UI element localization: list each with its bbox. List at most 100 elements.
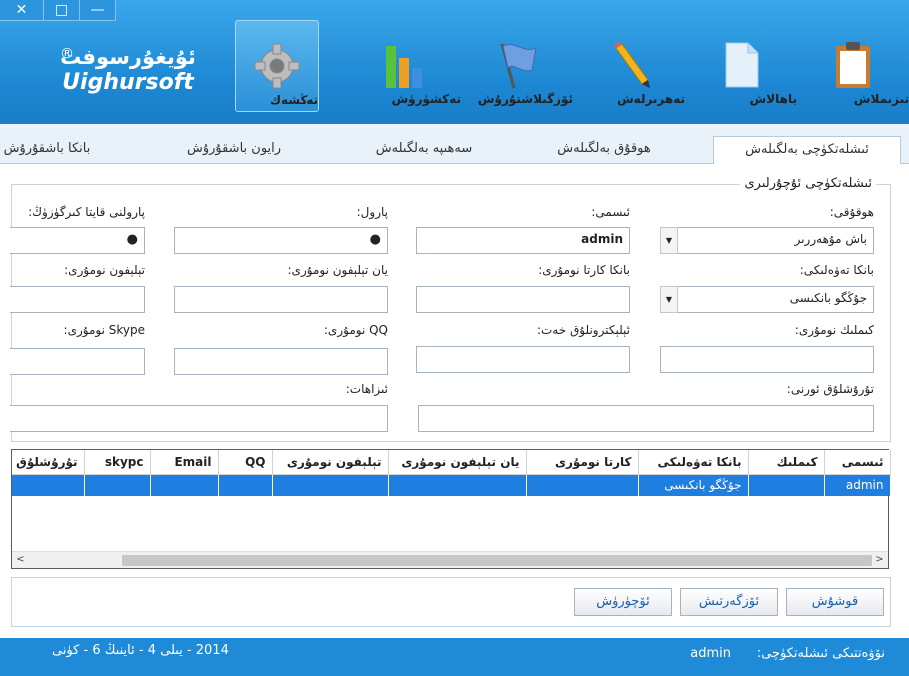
permission-dropdown-button[interactable]: ▼ bbox=[660, 227, 678, 254]
bank-label: بانكا تەۋەلىكى: bbox=[799, 263, 874, 277]
permission-select[interactable]: باش مۇھەررىر bbox=[676, 227, 874, 254]
toolbar-register[interactable]: تىزىملاش bbox=[797, 20, 909, 112]
toolbar-modify-label: ئۆزگىلاشتۇرۇش bbox=[477, 92, 573, 106]
cell-email bbox=[150, 474, 219, 496]
toolbar-settings-label: تەڭشەك bbox=[270, 93, 318, 107]
header: ✕ □ — ® ئۇيغۇرسوفت Uighursoft تىزىملاش ب… bbox=[0, 0, 909, 124]
bank-select[interactable]: جۇڭگو بانكىسى bbox=[676, 286, 874, 313]
action-buttons: قوشۇش ئۆزگەرتىش ئۆچۈرۈش bbox=[11, 577, 891, 627]
logo-text-english: Uighursoft bbox=[62, 70, 194, 95]
tab-content: ئىشلەتكۈچى ئۇچۇرلىرى ھوقۇقى: باش مۇھەررى… bbox=[0, 164, 909, 638]
window-controls: ✕ □ — bbox=[0, 0, 116, 22]
logo-registered-mark: ® bbox=[60, 46, 74, 62]
toolbar-evaluate-label: باھالاش bbox=[749, 92, 797, 106]
name-label: ئىسمى: bbox=[591, 205, 630, 219]
toolbar-edit-label: تەھرىرلەش bbox=[617, 92, 685, 106]
toolbar-modify[interactable]: ئۆزگىلاشتۇرۇش bbox=[461, 20, 573, 112]
bar-chart-icon bbox=[386, 46, 422, 88]
logo-text-uyghur: ئۇيغۇرسوفت bbox=[60, 45, 196, 69]
col-header-address[interactable]: تۇرۇشلۇق ئورنى bbox=[12, 450, 85, 475]
toolbar-inspect[interactable]: تەكشۈرۈش bbox=[349, 20, 461, 112]
mobile-input[interactable] bbox=[174, 286, 388, 313]
scroll-right-icon[interactable]: > bbox=[871, 552, 888, 568]
add-button[interactable]: قوشۇش bbox=[786, 588, 884, 616]
users-table: ئىسمى كىملىك بانكا تەۋەلىكى كارتا نومۇرى… bbox=[12, 450, 891, 496]
users-grid[interactable]: ئىسمى كىملىك بانكا تەۋەلىكى كارتا نومۇرى… bbox=[11, 449, 891, 569]
col-header-bank[interactable]: بانكا تەۋەلىكى bbox=[638, 450, 749, 475]
toolbar-edit[interactable]: تەھرىرلەش bbox=[573, 20, 685, 112]
col-header-qq[interactable]: QQ bbox=[218, 450, 273, 475]
horizontal-scrollbar[interactable]: < > bbox=[12, 551, 888, 568]
toolbar-evaluate[interactable]: باھالاش bbox=[685, 20, 797, 112]
tab-category-settings[interactable]: سەھىپە بەلگىلەش bbox=[364, 136, 484, 164]
scroll-left-icon[interactable]: < bbox=[12, 552, 29, 568]
name-input[interactable]: admin bbox=[416, 227, 630, 254]
toolbar-settings[interactable]: تەڭشەك bbox=[235, 20, 319, 112]
email-label: ئېلېكترونلۇق خەت: bbox=[536, 323, 630, 337]
clipboard-icon bbox=[836, 42, 870, 88]
col-header-card[interactable]: كارتا نومۇرى bbox=[526, 450, 639, 475]
id-number-label: كىملىك نومۇرى: bbox=[794, 323, 874, 337]
col-header-skype[interactable]: skypc bbox=[84, 450, 151, 475]
col-header-phone[interactable]: تېلېفون نومۇرى bbox=[272, 450, 389, 475]
qq-label: QQ نومۇرى: bbox=[323, 323, 388, 337]
cell-address bbox=[12, 474, 85, 496]
card-number-input[interactable] bbox=[416, 286, 630, 313]
minimize-button[interactable]: — bbox=[80, 0, 116, 21]
tab-region-management[interactable]: رايون باشقۇرۇش bbox=[179, 136, 289, 164]
card-number-label: بانكا كارتا نومۇرى: bbox=[538, 263, 630, 277]
bank-dropdown-button[interactable]: ▼ bbox=[660, 286, 678, 313]
edit-button[interactable]: ئۆزگەرتىش bbox=[680, 588, 778, 616]
current-date: 2014 - يىلى 4 - ئاينىڭ 6 - كۈنى bbox=[52, 643, 229, 658]
qq-input[interactable] bbox=[174, 348, 388, 375]
delete-button[interactable]: ئۆچۈرۈش bbox=[574, 588, 672, 616]
current-user-value: admin bbox=[690, 646, 731, 661]
password-confirm-input[interactable]: ● bbox=[10, 227, 145, 254]
phone-label: تېلېفون نومۇرى: bbox=[64, 263, 145, 277]
toolbar-inspect-label: تەكشۈرۈش bbox=[391, 92, 461, 106]
close-button[interactable]: ✕ bbox=[0, 0, 44, 21]
cell-bank: جۇڭگو بانكىسى bbox=[638, 474, 749, 496]
skype-label: Skype نومۇرى: bbox=[63, 323, 145, 337]
scrollbar-thumb[interactable] bbox=[122, 555, 872, 566]
email-input[interactable] bbox=[416, 346, 630, 373]
note-input[interactable] bbox=[10, 405, 388, 432]
password-confirm-label: پارولنى قايتا كىرگۈزۈڭ: bbox=[28, 205, 145, 219]
id-number-input[interactable] bbox=[660, 346, 874, 373]
cell-id bbox=[748, 474, 825, 496]
table-row[interactable]: admin جۇڭگو بانكىسى bbox=[12, 474, 891, 496]
col-header-email[interactable]: Email bbox=[150, 450, 219, 475]
cell-skype bbox=[84, 474, 151, 496]
grid-header-row: ئىسمى كىملىك بانكا تەۋەلىكى كارتا نومۇرى… bbox=[12, 450, 891, 475]
user-info-title: ئىشلەتكۈچى ئۇچۇرلىرى bbox=[740, 176, 876, 191]
col-header-id[interactable]: كىملىك bbox=[748, 450, 825, 475]
cell-phone bbox=[272, 474, 389, 496]
maximize-button[interactable]: □ bbox=[44, 0, 80, 21]
address-label: تۇرۇشلۇق ئورنى: bbox=[786, 382, 874, 396]
main-toolbar: تىزىملاش باھالاش تەھرىرلەش ئۆزگىلاشتۇرۇش bbox=[209, 20, 909, 116]
tab-user-settings[interactable]: ئىشلەتكۈچى بەلگىلەش bbox=[713, 136, 901, 165]
cell-card bbox=[526, 474, 639, 496]
app-logo: ® ئۇيغۇرسوفت Uighursoft bbox=[58, 44, 198, 96]
password-label: پارول: bbox=[356, 205, 388, 219]
tab-bank-management[interactable]: بانكا باشقۇرۇش bbox=[0, 136, 97, 164]
cell-mobile bbox=[388, 474, 527, 496]
toolbar-register-label: تىزىملاش bbox=[853, 92, 909, 106]
permission-label: ھوقۇقى: bbox=[829, 205, 874, 219]
flag-icon bbox=[500, 43, 537, 89]
skype-input[interactable] bbox=[10, 348, 145, 375]
col-header-mobile[interactable]: يان تېلېفون نومۇرى bbox=[388, 450, 527, 475]
cell-name: admin bbox=[824, 474, 891, 496]
note-label: ئىزاھات: bbox=[345, 382, 388, 396]
status-bar: نۆۋەتتىكى ئىشلەتكۈچى: admin 2014 - يىلى … bbox=[0, 638, 909, 676]
pencil-icon bbox=[614, 42, 650, 88]
col-header-name[interactable]: ئىسمى bbox=[824, 450, 891, 475]
tab-permission-settings[interactable]: ھوقۇق بەلگىلەش bbox=[534, 136, 674, 164]
address-input[interactable] bbox=[418, 405, 874, 432]
document-icon bbox=[725, 42, 759, 88]
gear-icon bbox=[254, 43, 300, 89]
current-user-label: نۆۋەتتىكى ئىشلەتكۈچى: bbox=[756, 646, 885, 661]
tab-bar: ئىشلەتكۈچى بەلگىلەش ھوقۇق بەلگىلەش سەھىپ… bbox=[0, 124, 909, 165]
phone-input[interactable] bbox=[10, 286, 145, 313]
password-input[interactable]: ● bbox=[174, 227, 388, 254]
